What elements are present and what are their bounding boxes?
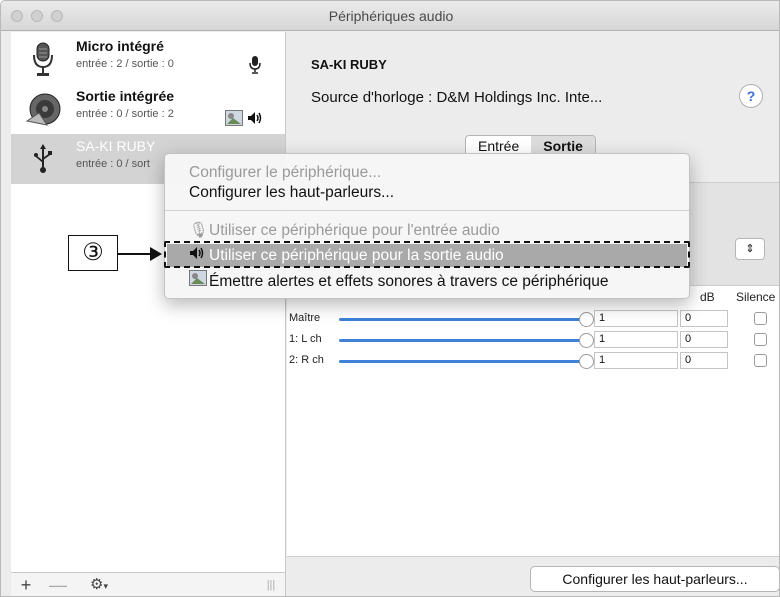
- menu-item-label: Utiliser ce périphérique pour l'entrée a…: [209, 222, 500, 239]
- db-field[interactable]: 0: [680, 352, 728, 369]
- alert-sound-icon: [225, 110, 243, 126]
- sidebar-toolbar: + — ⚙▾ |||: [11, 572, 285, 596]
- value-field[interactable]: 1: [594, 352, 678, 369]
- speaker-icon: [25, 91, 61, 127]
- help-button[interactable]: ?: [739, 84, 763, 108]
- channel-label: 2: R ch: [289, 354, 324, 366]
- menu-item-alerts-through-device[interactable]: Émettre alertes et effets sonores à trav…: [189, 270, 608, 291]
- slider-knob[interactable]: [579, 354, 594, 369]
- device-title: SA-KI RUBY: [311, 57, 387, 72]
- chevron-down-icon: ▾: [103, 581, 108, 591]
- resize-handle-icon[interactable]: |||: [261, 573, 281, 596]
- configure-speakers-button[interactable]: Configurer les haut-parleurs...: [530, 566, 779, 592]
- gear-menu-button[interactable]: ⚙▾: [79, 573, 119, 596]
- channel-label: 1: L ch: [289, 333, 322, 345]
- menu-item-configure-speakers[interactable]: Configurer les haut-parleurs...: [189, 184, 394, 202]
- menu-item-label: Émettre alertes et effets sonores à trav…: [209, 273, 609, 290]
- add-device-button[interactable]: +: [11, 573, 41, 596]
- output-speaker-badge-icon: [248, 112, 262, 124]
- up-down-chevron-icon: ⇕: [745, 243, 755, 255]
- volume-slider[interactable]: [339, 360, 587, 363]
- volume-table: dB Silence Maître 1 0 1: L ch 1 0 2: R c…: [287, 286, 779, 556]
- db-field[interactable]: 0: [680, 331, 728, 348]
- clock-source[interactable]: Source d'horloge : D&M Holdings Inc. Int…: [311, 89, 602, 106]
- device-channels: entrée : 0 / sortie : 2: [76, 108, 174, 120]
- usb-icon: [25, 141, 61, 177]
- volume-slider[interactable]: [339, 339, 587, 342]
- menu-item-configure-device[interactable]: Configurer le périphérique...: [189, 164, 381, 182]
- column-header-silence: Silence: [736, 290, 776, 304]
- value-field[interactable]: 1: [594, 331, 678, 348]
- db-field[interactable]: 0: [680, 310, 728, 327]
- window-title: Périphériques audio: [328, 8, 454, 24]
- callout-number: ③: [68, 235, 118, 271]
- device-name: Micro intégré: [76, 38, 164, 54]
- format-select[interactable]: ⇕: [735, 238, 765, 260]
- detail-footer: Configurer les haut-parleurs...: [287, 556, 779, 596]
- microphone-icon: 🎙: [189, 222, 209, 239]
- title-bar: Périphériques audio: [1, 1, 779, 31]
- device-name: Sortie intégrée: [76, 88, 175, 104]
- mute-checkbox[interactable]: [754, 333, 767, 346]
- slider-knob[interactable]: [579, 312, 594, 327]
- slider-knob[interactable]: [579, 333, 594, 348]
- device-list: Micro intégré entrée : 2 / sortie : 0 So…: [11, 32, 286, 596]
- remove-device-button[interactable]: —: [43, 573, 73, 596]
- volume-slider[interactable]: [339, 318, 587, 321]
- value-field[interactable]: 1: [594, 310, 678, 327]
- device-detail-pane: SA-KI RUBY Source d'horloge : D&M Holdin…: [287, 32, 779, 596]
- alert-sound-icon: [189, 270, 209, 291]
- callout-arrow-icon: [150, 247, 162, 261]
- device-item-sortie-integree[interactable]: Sortie intégrée entrée : 0 / sortie : 2: [11, 84, 285, 134]
- callout-highlight-box: [164, 241, 690, 268]
- device-name: SA-KI RUBY: [76, 138, 156, 154]
- microphone-icon: [25, 41, 61, 77]
- menu-separator: [165, 210, 689, 211]
- gear-icon: ⚙: [90, 576, 104, 593]
- menu-item-use-for-input[interactable]: 🎙Utiliser ce périphérique pour l'entrée …: [189, 221, 500, 240]
- device-channels: entrée : 0 / sort: [76, 158, 150, 170]
- mute-checkbox[interactable]: [754, 354, 767, 367]
- mic-badge-icon: [249, 56, 261, 74]
- channel-label: Maître: [289, 312, 321, 324]
- device-context-menu: Configurer le périphérique... Configurer…: [164, 153, 690, 299]
- column-header-db: dB: [700, 290, 715, 304]
- device-badges: [225, 110, 263, 126]
- callout-line: [118, 253, 152, 255]
- device-channels: entrée : 2 / sortie : 0: [76, 58, 174, 70]
- mute-checkbox[interactable]: [754, 312, 767, 325]
- device-item-micro-integre[interactable]: Micro intégré entrée : 2 / sortie : 0: [11, 34, 285, 84]
